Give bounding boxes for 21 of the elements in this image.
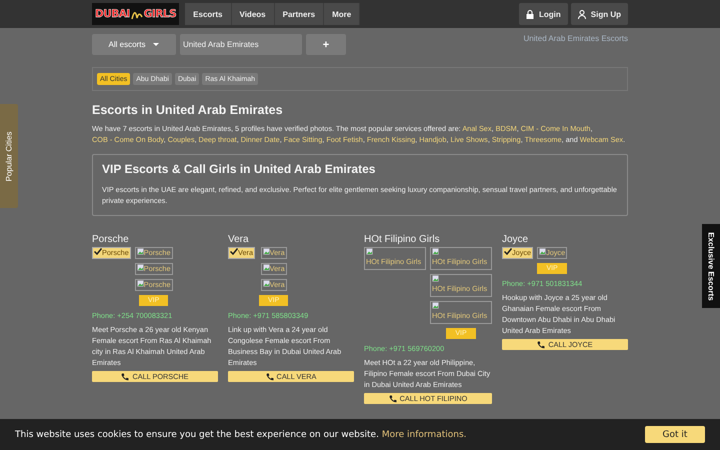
logo-word: GIRLS: [144, 8, 176, 20]
profile-name: Porsche: [92, 234, 130, 245]
filter-dropdown[interactable]: All escorts: [92, 34, 176, 55]
vip-heading: VIP Escorts & Call Girls in United Arab Emirates: [102, 162, 376, 176]
profile-name: Vera: [228, 234, 250, 245]
location-field[interactable]: United Arab Emirates: [180, 34, 302, 55]
profile-name: Joyce: [502, 234, 530, 245]
profile-name: HOt Filipino Girls: [364, 234, 441, 245]
login-button[interactable]: Login: [519, 3, 568, 25]
page-heading: Escorts in United Arab Emirates: [92, 103, 284, 117]
add-button[interactable]: +: [306, 34, 346, 55]
logo-word: DUBAI: [95, 8, 130, 20]
sign-up-button[interactable]: Sign Up: [570, 3, 628, 25]
cookie-message: This website uses cookies to ensure you get the best experience on our website. More informations.: [15, 430, 466, 440]
accept-button[interactable]: Got it: [645, 426, 705, 443]
more-info-link[interactable]: More informations.: [382, 430, 466, 440]
logo[interactable]: DUBAI GIRLS: [92, 3, 180, 25]
breadcrumb-link[interactable]: United Arab Emirates Escorts: [524, 34, 628, 43]
exclusive-escorts-tab[interactable]: Exclusive Escorts: [702, 224, 720, 308]
popular-cities-tab[interactable]: Popular Cities: [0, 104, 18, 208]
nav-button[interactable]: Escorts: [185, 3, 232, 25]
